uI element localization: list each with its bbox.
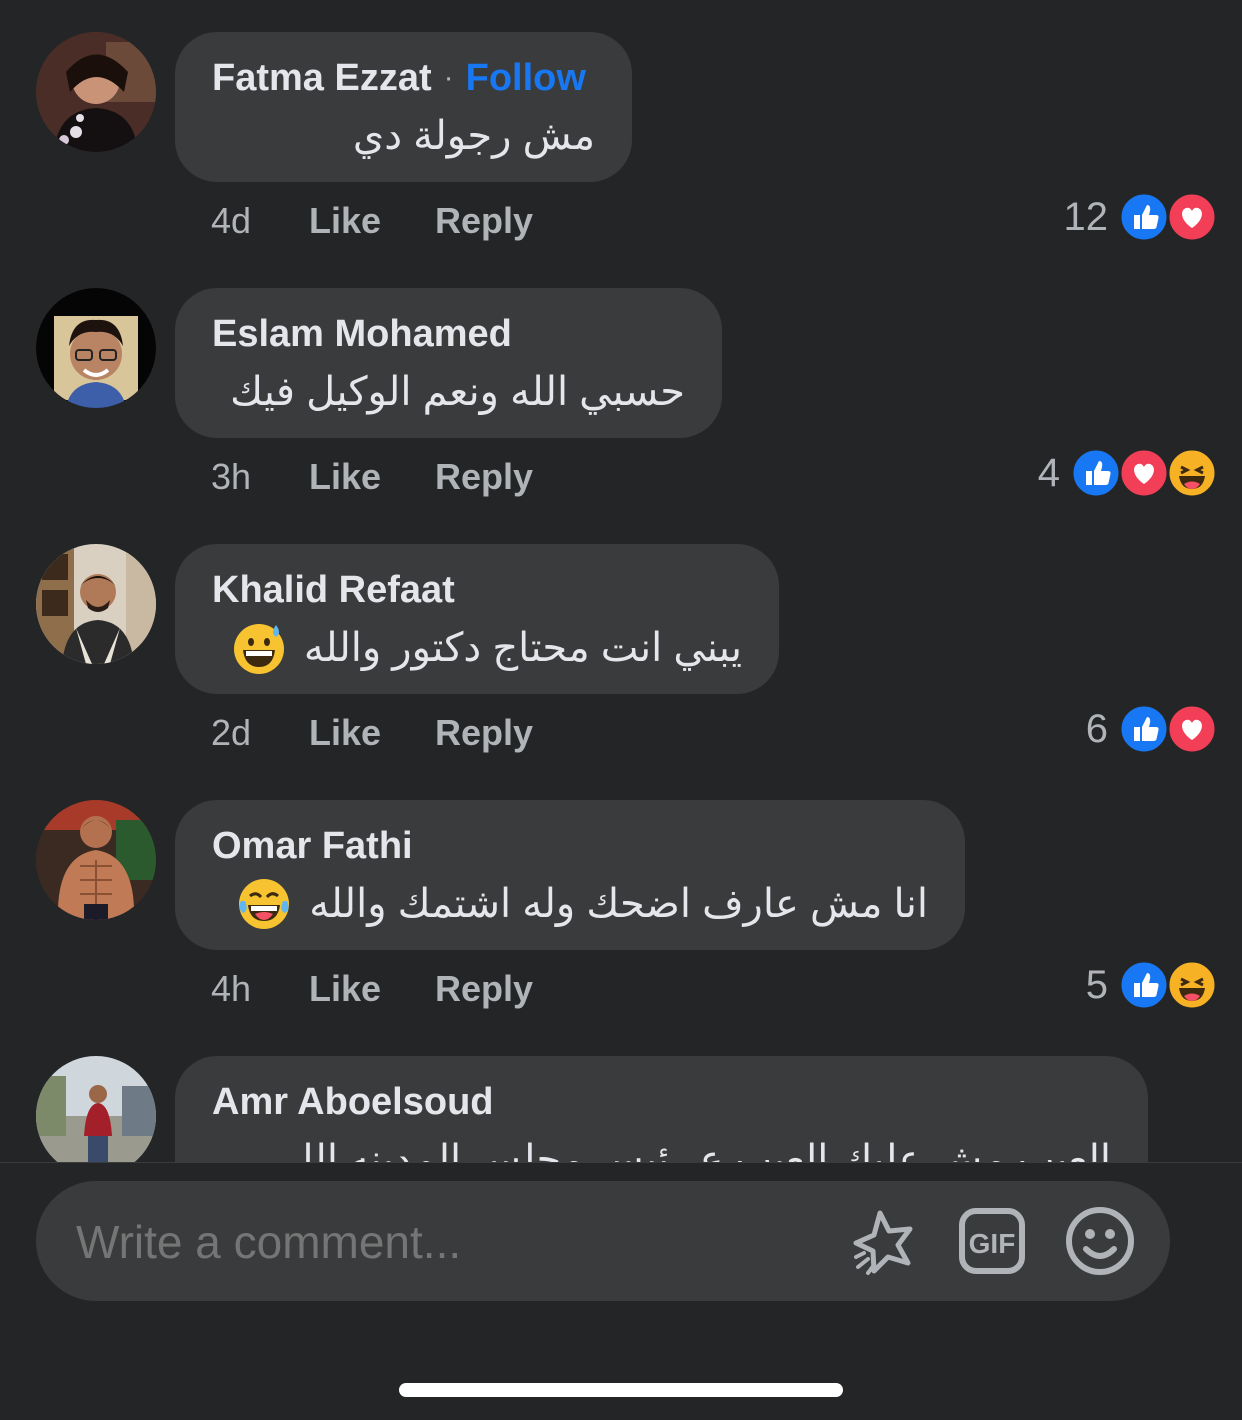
reply-button[interactable]: Reply bbox=[435, 712, 533, 754]
avatar[interactable] bbox=[36, 800, 156, 920]
comment-time[interactable]: 2d bbox=[211, 712, 309, 754]
reply-button[interactable]: Reply bbox=[435, 200, 533, 242]
comment-actions: 4d Like Reply bbox=[211, 196, 533, 246]
comment-item: Eslam Mohamed حسبي الله ونعم الوكيل فيك … bbox=[0, 256, 1242, 512]
avatar[interactable] bbox=[36, 288, 156, 408]
reaction-count: 12 bbox=[1063, 194, 1109, 239]
reaction-summary[interactable]: 5 bbox=[1086, 958, 1218, 1012]
haha-reaction-icon bbox=[1166, 447, 1218, 499]
comment-item: Amr Aboelsoud العيب مش عليك العيب ع رئيس… bbox=[0, 1024, 1242, 1162]
reaction-summary[interactable]: 4 bbox=[1038, 446, 1218, 500]
reaction-count: 4 bbox=[1037, 450, 1060, 495]
sticker-icon[interactable] bbox=[848, 1205, 920, 1277]
svg-text:GIF: GIF bbox=[969, 1228, 1016, 1259]
comment-actions: 3h Like Reply bbox=[211, 452, 533, 502]
comment-text: انا مش عارف اضحك وله اشتمك والله bbox=[309, 882, 928, 926]
comment-time[interactable]: 3h bbox=[211, 456, 309, 498]
commenter-name[interactable]: Amr Aboelsoud bbox=[212, 1081, 494, 1124]
like-reaction-icon bbox=[1118, 703, 1170, 755]
like-button[interactable]: Like bbox=[309, 200, 435, 242]
follow-button[interactable]: Follow bbox=[466, 57, 586, 100]
comment-text: يبني انت محتاج دكتور والله bbox=[303, 626, 742, 670]
grinning-sweat-emoji bbox=[232, 621, 286, 675]
comment-bubble: Amr Aboelsoud العيب مش عليك العيب ع رئيس… bbox=[175, 1056, 1148, 1162]
love-reaction-icon bbox=[1166, 191, 1218, 243]
comment-input[interactable] bbox=[74, 1181, 818, 1303]
reaction-summary[interactable]: 6 bbox=[1086, 702, 1218, 756]
like-button[interactable]: Like bbox=[309, 968, 435, 1010]
comment-composer[interactable]: GIF bbox=[36, 1181, 1170, 1303]
like-reaction-icon bbox=[1118, 191, 1170, 243]
haha-reaction-icon bbox=[1166, 959, 1218, 1011]
comment-bubble: Eslam Mohamed حسبي الله ونعم الوكيل فيك bbox=[175, 288, 722, 438]
comment-item: Fatma Ezzat · Follow مش رجولة دي 4d Like… bbox=[0, 0, 1242, 256]
comment-item: Khalid Refaat يبني انت محتاج دكتور والله… bbox=[0, 512, 1242, 768]
comments-list[interactable]: Fatma Ezzat · Follow مش رجولة دي 4d Like… bbox=[0, 0, 1242, 1162]
commenter-name[interactable]: Khalid Refaat bbox=[212, 569, 455, 612]
comment-time[interactable]: 4h bbox=[211, 968, 309, 1010]
avatar[interactable] bbox=[36, 544, 156, 664]
commenter-name[interactable]: Fatma Ezzat bbox=[212, 57, 432, 100]
like-reaction-icon bbox=[1118, 959, 1170, 1011]
home-indicator bbox=[399, 1383, 843, 1397]
like-reaction-icon bbox=[1070, 447, 1122, 499]
reply-button[interactable]: Reply bbox=[435, 456, 533, 498]
comment-actions: 2d Like Reply bbox=[211, 708, 533, 758]
emoji-icon[interactable] bbox=[1064, 1205, 1136, 1277]
comment-actions: 4h Like Reply bbox=[211, 964, 533, 1014]
commenter-name[interactable]: Omar Fathi bbox=[212, 825, 413, 868]
comment-text: حسبي الله ونعم الوكيل فيك bbox=[230, 370, 685, 414]
like-button[interactable]: Like bbox=[309, 456, 435, 498]
comments-screen: Fatma Ezzat · Follow مش رجولة دي 4d Like… bbox=[0, 0, 1242, 1420]
tears-of-joy-emoji bbox=[237, 877, 291, 931]
love-reaction-icon bbox=[1118, 447, 1170, 499]
comment-text: مش رجولة دي bbox=[352, 114, 595, 158]
reaction-count: 5 bbox=[1085, 962, 1108, 1007]
comment-time[interactable]: 4d bbox=[211, 200, 309, 242]
reaction-summary[interactable]: 12 bbox=[1064, 190, 1219, 244]
comment-bubble: Khalid Refaat يبني انت محتاج دكتور والله bbox=[175, 544, 779, 694]
love-reaction-icon bbox=[1166, 703, 1218, 755]
commenter-name[interactable]: Eslam Mohamed bbox=[212, 313, 512, 356]
reply-button[interactable]: Reply bbox=[435, 968, 533, 1010]
avatar[interactable] bbox=[36, 1056, 156, 1162]
comment-composer-area: GIF bbox=[0, 1162, 1242, 1420]
comment-item: Omar Fathi انا مش عارف اضحك وله اشتمك وا… bbox=[0, 768, 1242, 1024]
avatar[interactable] bbox=[36, 32, 156, 152]
like-button[interactable]: Like bbox=[309, 712, 435, 754]
comment-text: العيب مش عليك العيب ع رئيس مجلس المدينه … bbox=[268, 1138, 1111, 1162]
reaction-count: 6 bbox=[1085, 706, 1108, 751]
gif-icon[interactable]: GIF bbox=[956, 1205, 1028, 1277]
comment-bubble: Omar Fathi انا مش عارف اضحك وله اشتمك وا… bbox=[175, 800, 965, 950]
comment-bubble: Fatma Ezzat · Follow مش رجولة دي bbox=[175, 32, 632, 182]
separator-dot: · bbox=[443, 61, 454, 94]
